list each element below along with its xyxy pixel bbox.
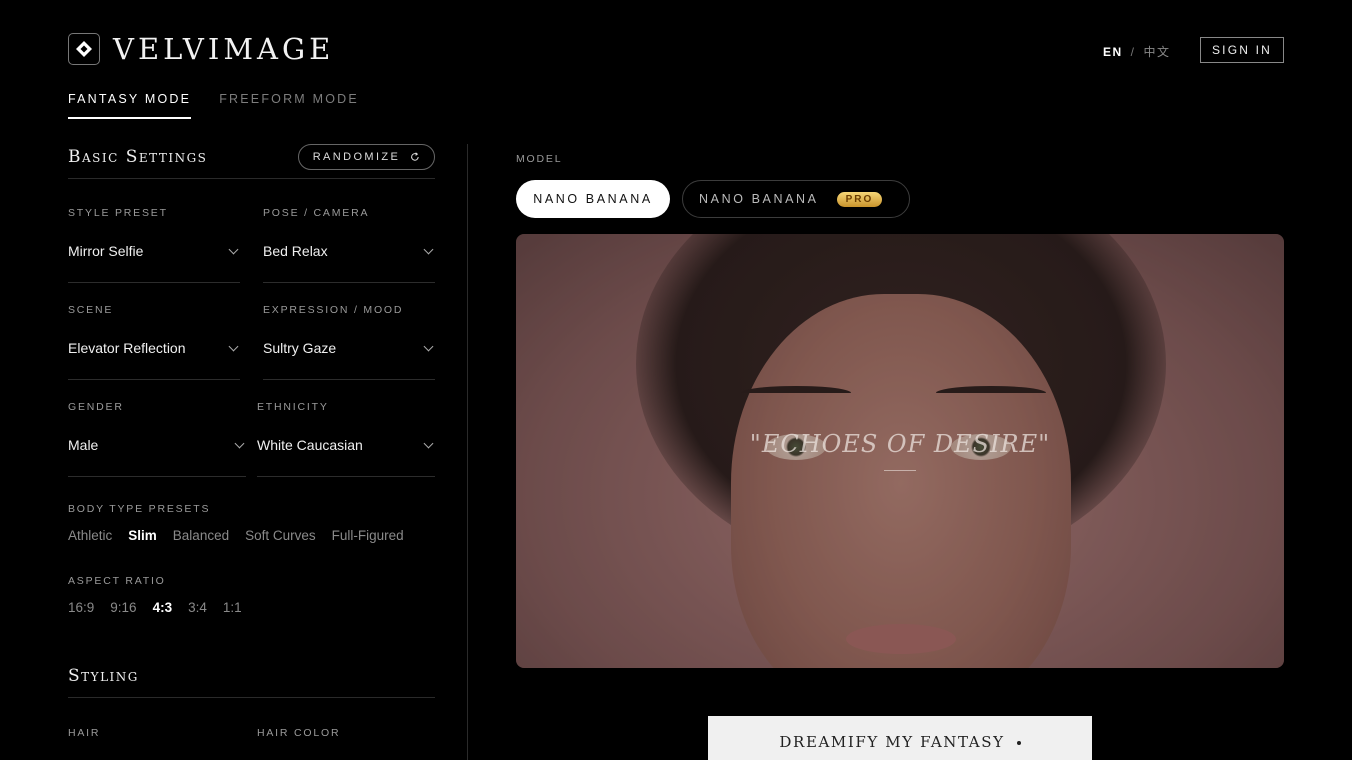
body-type-slim[interactable]: Slim xyxy=(128,528,157,543)
model-label: MODEL xyxy=(516,153,563,165)
brand-name: VELVIMAGE xyxy=(113,32,335,66)
basic-settings-title: Basic Settings xyxy=(68,147,208,167)
pose-camera-field: POSE / CAMERA Bed Relax xyxy=(263,207,435,283)
scene-select[interactable]: Elevator Reflection xyxy=(68,340,240,380)
aspect-ratio-label: ASPECT RATIO xyxy=(68,575,166,587)
styling-title: Styling xyxy=(68,666,139,686)
expression-value: Sultry Gaze xyxy=(263,340,337,356)
dot-icon xyxy=(1016,741,1021,745)
dreamify-label: DREAMIFY MY FANTASY xyxy=(779,733,1005,751)
body-type-full-figured[interactable]: Full-Figured xyxy=(332,528,404,543)
gender-label: GENDER xyxy=(68,401,124,413)
randomize-button[interactable]: RANDOMIZE xyxy=(298,144,435,170)
ethnicity-field: ETHNICITY White Caucasian xyxy=(257,401,435,477)
ethnicity-value: White Caucasian xyxy=(257,437,363,453)
body-type-label: BODY TYPE PRESETS xyxy=(68,503,211,515)
model-nano-banana-pro-button[interactable]: NANO BANANA PRO xyxy=(682,180,910,218)
aspect-1-1[interactable]: 1:1 xyxy=(223,600,242,615)
model-nano-banana-button[interactable]: NANO BANANA xyxy=(516,180,670,218)
style-preset-field: STYLE PRESET Mirror Selfie xyxy=(68,207,240,283)
gender-value: Male xyxy=(68,437,99,453)
panel-divider xyxy=(467,144,468,760)
section-divider xyxy=(68,178,435,179)
pose-camera-select[interactable]: Bed Relax xyxy=(263,243,435,283)
dreamify-button[interactable]: DREAMIFY MY FANTASY xyxy=(708,716,1092,760)
expression-label: EXPRESSION / MOOD xyxy=(263,304,404,316)
gender-select[interactable]: Male xyxy=(68,437,246,477)
quote-underline xyxy=(884,470,916,471)
body-type-options: Athletic Slim Balanced Soft Curves Full-… xyxy=(68,528,404,543)
hair-label: HAIR xyxy=(68,727,101,739)
chevron-down-icon xyxy=(228,341,239,352)
chevron-down-icon xyxy=(423,341,434,352)
ethnicity-label: ETHNICITY xyxy=(257,401,329,413)
scene-value: Elevator Reflection xyxy=(68,340,186,356)
chevron-down-icon xyxy=(234,438,245,449)
style-preset-value: Mirror Selfie xyxy=(68,243,144,259)
style-preset-select[interactable]: Mirror Selfie xyxy=(68,243,240,283)
logo[interactable]: VELVIMAGE xyxy=(68,33,334,65)
section-divider xyxy=(68,697,435,698)
gender-field: GENDER Male xyxy=(68,401,246,477)
chevron-down-icon xyxy=(228,244,239,255)
preview-image: "ECHOES OF DESIRE" xyxy=(516,234,1284,668)
diamond-logo-icon xyxy=(68,33,100,65)
chevron-down-icon xyxy=(423,438,434,449)
body-type-balanced[interactable]: Balanced xyxy=(173,528,229,543)
model-nano-banana-label: NANO BANANA xyxy=(533,192,653,206)
aspect-3-4[interactable]: 3:4 xyxy=(188,600,207,615)
language-switcher: EN / 中文 xyxy=(1103,43,1171,60)
aspect-16-9[interactable]: 16:9 xyxy=(68,600,94,615)
expression-select[interactable]: Sultry Gaze xyxy=(263,340,435,380)
hair-color-label: HAIR COLOR xyxy=(257,727,341,739)
model-nano-banana-pro-label: NANO BANANA xyxy=(699,192,819,206)
aspect-9-16[interactable]: 9:16 xyxy=(110,600,136,615)
lang-separator: / xyxy=(1130,44,1136,59)
lang-en-link[interactable]: EN xyxy=(1103,45,1123,59)
pose-camera-value: Bed Relax xyxy=(263,243,328,259)
mode-tabs: FANTASY MODE FREEFORM MODE xyxy=(68,92,359,119)
pro-badge: PRO xyxy=(836,191,883,207)
expression-field: EXPRESSION / MOOD Sultry Gaze xyxy=(263,304,435,380)
tab-freeform-mode[interactable]: FREEFORM MODE xyxy=(219,92,359,119)
pose-camera-label: POSE / CAMERA xyxy=(263,207,370,219)
preview-quote: "ECHOES OF DESIRE" xyxy=(749,430,1051,458)
body-type-soft-curves[interactable]: Soft Curves xyxy=(245,528,316,543)
style-preset-label: STYLE PRESET xyxy=(68,207,168,219)
tab-fantasy-mode[interactable]: FANTASY MODE xyxy=(68,92,192,119)
body-type-athletic[interactable]: Athletic xyxy=(68,528,112,543)
scene-field: SCENE Elevator Reflection xyxy=(68,304,240,380)
scene-label: SCENE xyxy=(68,304,114,316)
sign-in-button[interactable]: SIGN IN xyxy=(1200,37,1284,63)
settings-panel: Basic Settings RANDOMIZE STYLE PRESET Mi… xyxy=(68,144,435,739)
refresh-icon xyxy=(411,152,419,161)
randomize-label: RANDOMIZE xyxy=(312,151,401,163)
aspect-ratio-options: 16:9 9:16 4:3 3:4 1:1 xyxy=(68,600,242,615)
ethnicity-select[interactable]: White Caucasian xyxy=(257,437,435,477)
chevron-down-icon xyxy=(423,244,434,255)
aspect-4-3[interactable]: 4:3 xyxy=(153,600,173,615)
lang-zh-link[interactable]: 中文 xyxy=(1144,43,1171,60)
styling-section: Styling xyxy=(68,666,435,698)
